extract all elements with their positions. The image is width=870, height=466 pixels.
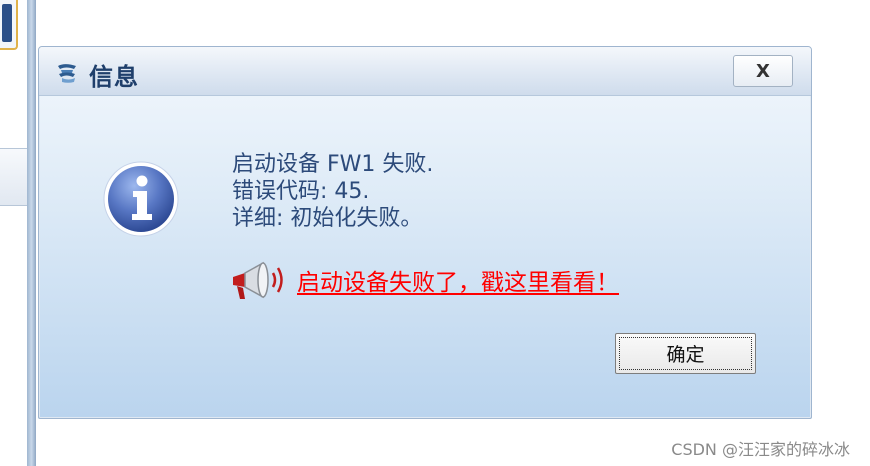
message-line-1: 启动设备 FW1 失败. [232,152,434,177]
message-line-2: 错误代码: 45. [232,179,370,204]
message-line-3: 详细: 初始化失败。 [232,206,423,231]
info-icon [103,161,179,237]
app-logo-icon [58,64,76,83]
help-link[interactable]: 启动设备失败了，戳这里看看！ [297,263,619,297]
close-button[interactable]: X [733,55,793,87]
message-text: 启动设备 FW1 失败. 错误代码: 45. 详细: 初始化失败。 [232,151,433,232]
megaphone-icon [233,261,283,299]
dialog-title: 信息 [89,63,139,91]
background-app-tab[interactable] [0,148,27,206]
dialog-titlebar[interactable]: 信息 X [39,47,811,96]
ok-label: 确定 [666,344,705,366]
ok-button[interactable]: 确定 [615,333,756,374]
background-app-button[interactable] [0,0,18,50]
info-dialog: 信息 X 启动设备 FW1 失败. 错误代码: 45. 详细: 初始化失败。 启… [38,46,812,419]
background-app-splitter [27,0,36,466]
close-label: X [756,60,770,82]
watermark: CSDN @汪汪家的碎冰冰 [671,440,850,459]
background-app-panel [0,0,27,466]
